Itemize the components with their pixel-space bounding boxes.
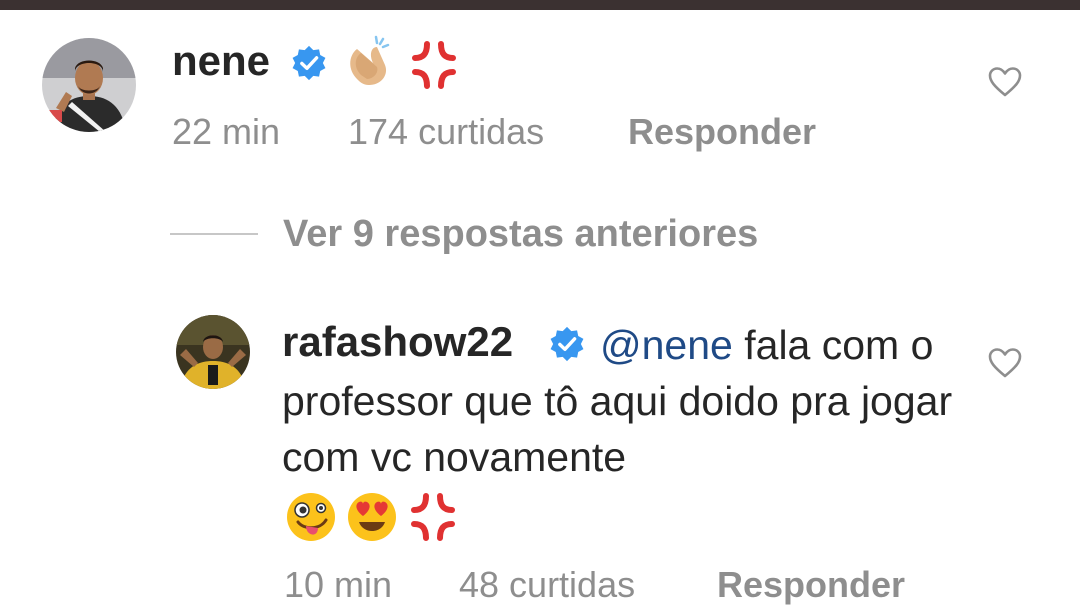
- reply-like-count[interactable]: 48 curtidas: [459, 564, 635, 606]
- view-previous-replies-button[interactable]: Ver 9 respostas anteriores: [283, 213, 758, 256]
- reply-timestamp: 10 min: [284, 564, 393, 605]
- anger-symbol-emoji-icon: [406, 490, 460, 548]
- mention-link[interactable]: @nene: [600, 322, 733, 368]
- avatar-rafashow22[interactable]: [176, 315, 250, 389]
- comment-timestamp: 22 min: [172, 111, 281, 152]
- heart-outline-icon[interactable]: [988, 347, 1022, 379]
- heart-eyes-emoji-icon: [345, 490, 399, 548]
- reply-text: @nene fala com o professor que tô aqui d…: [282, 317, 962, 485]
- heart-outline-icon[interactable]: [988, 66, 1022, 98]
- zany-face-emoji-icon: [284, 490, 338, 548]
- avatar-nene[interactable]: [42, 38, 136, 132]
- clapping-hands-emoji-icon: [343, 35, 397, 93]
- replies-divider-line: [170, 233, 258, 235]
- reply-button[interactable]: Responder: [717, 564, 905, 606]
- top-bar: [0, 0, 1080, 10]
- comment-like-count[interactable]: 174 curtidas: [348, 111, 544, 153]
- verified-badge-icon: [290, 44, 328, 82]
- anger-symbol-emoji-icon: [407, 38, 461, 96]
- reply-button[interactable]: Responder: [628, 111, 816, 153]
- comment-username[interactable]: nene: [172, 37, 270, 85]
